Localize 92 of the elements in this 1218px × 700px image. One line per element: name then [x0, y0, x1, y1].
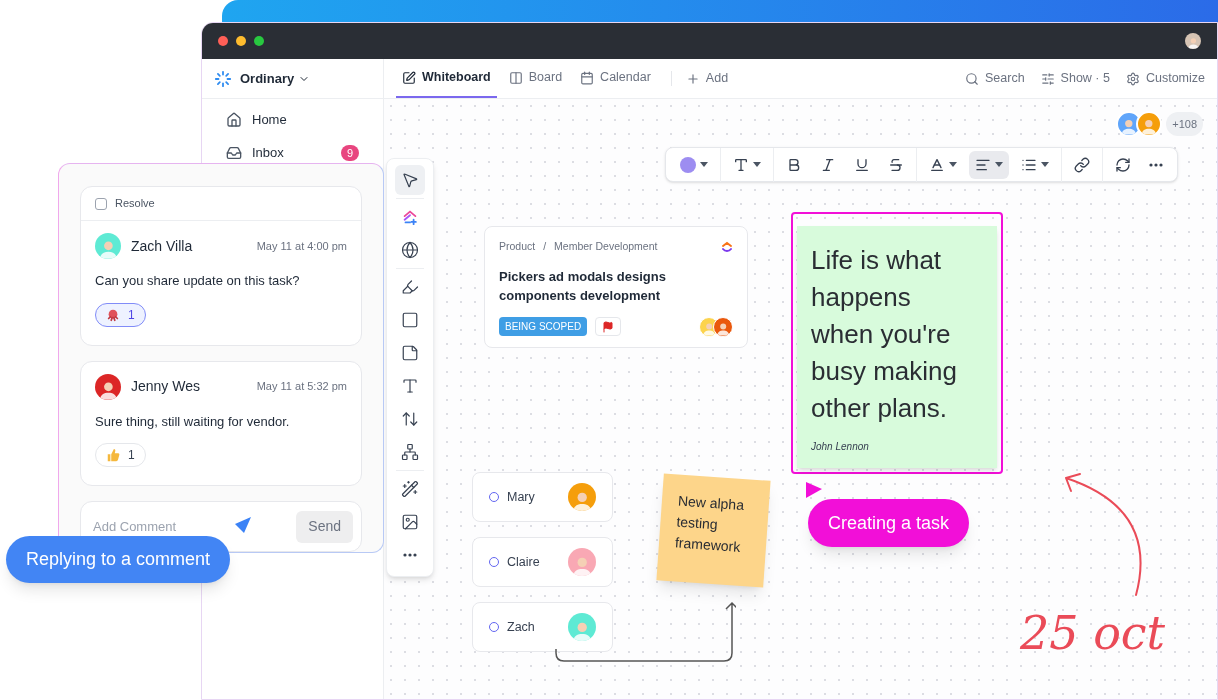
- more-icon: [403, 553, 417, 557]
- diagram-icon: [401, 443, 419, 461]
- reaction-chip[interactable]: 1: [95, 302, 146, 327]
- comment-text: Can you share update on this task?: [95, 272, 301, 290]
- sliders-icon: [1040, 71, 1055, 86]
- reaction-count: 1: [128, 306, 135, 324]
- view-tab[interactable]: Board: [502, 59, 569, 98]
- comment-time: May 11 at 5:32 pm: [256, 379, 347, 395]
- marker-icon: [401, 278, 419, 296]
- color-swatch-icon: [680, 156, 696, 173]
- header-action[interactable]: Search: [965, 69, 1025, 88]
- person-card[interactable]: Claire: [472, 537, 613, 587]
- cursor-icon: [234, 516, 252, 534]
- more-icon: [1149, 162, 1163, 167]
- font-color-icon: [929, 156, 945, 173]
- person-name: Zach: [507, 618, 535, 636]
- caret-icon: [700, 162, 708, 167]
- breadcrumb-item[interactable]: Member Development: [554, 239, 658, 255]
- home-icon: [226, 112, 242, 128]
- unread-count: 9: [340, 145, 359, 161]
- sticky-note[interactable]: New alpha testing framework: [656, 473, 771, 588]
- tool-button[interactable]: [395, 165, 425, 195]
- task-card[interactable]: Product / Member Development Pickers ad modals designs components development BEING SCOPED: [484, 226, 748, 348]
- workspace-switcher[interactable]: Ordinary: [240, 68, 311, 89]
- resolve-label: Resolve: [115, 196, 155, 212]
- app-logo-icon: [721, 240, 733, 253]
- comment-text: Sure thing, still waiting for vendor.: [95, 412, 291, 431]
- caret-icon: [1041, 162, 1049, 167]
- person-name: Claire: [507, 553, 540, 571]
- more-collaborators-count: +108: [1166, 112, 1203, 136]
- comment-author: Jenny Wes: [131, 377, 200, 396]
- link-icon: [1074, 156, 1090, 173]
- flag-icon: [602, 320, 615, 333]
- thumbs-up-icon: [106, 448, 120, 462]
- octopus-emoji-icon: [106, 307, 120, 322]
- plus-icon: [685, 71, 700, 86]
- sidebar-item[interactable]: Inbox 9: [218, 143, 367, 163]
- sparkle-logo-icon: [401, 208, 419, 226]
- header-action[interactable]: Show · 5: [1040, 69, 1110, 88]
- comment-time: May 11 at 4:00 pm: [256, 238, 347, 254]
- square-icon: [401, 311, 419, 329]
- header-action[interactable]: Customize: [1125, 69, 1205, 88]
- breadcrumb-separator: /: [543, 239, 547, 254]
- sidebar-label: Inbox: [252, 144, 284, 163]
- bold-icon: [786, 156, 802, 173]
- sticky-note-text: New alpha testing framework: [674, 491, 746, 557]
- breadcrumb-item[interactable]: Product: [499, 239, 536, 255]
- text-icon: [401, 377, 419, 395]
- handwritten-note: 25 oct: [1020, 605, 1166, 662]
- person-card[interactable]: Zach: [472, 602, 613, 652]
- caret-icon: [995, 162, 1003, 167]
- text-icon: [733, 156, 749, 173]
- italic-icon: [820, 156, 836, 173]
- sticky-note-icon: [401, 344, 419, 362]
- sidebar-item[interactable]: Home: [218, 110, 367, 130]
- person-card[interactable]: Mary: [472, 472, 613, 522]
- person-name: Mary: [507, 488, 535, 506]
- view-tab[interactable]: Calendar: [574, 59, 657, 98]
- underline-icon: [854, 156, 870, 173]
- resolve-checkbox[interactable]: [95, 197, 107, 210]
- avatar: [1185, 33, 1201, 49]
- add-view-button[interactable]: Add: [679, 59, 735, 98]
- arrows-icon: [401, 410, 419, 428]
- settings-icon: [1125, 71, 1140, 86]
- status-tag: BEING SCOPED: [499, 317, 588, 337]
- task-title: Pickers ad modals designs components development: [499, 267, 667, 305]
- refresh-icon: [1115, 156, 1131, 173]
- priority-flag[interactable]: [595, 317, 622, 337]
- caret-icon: [753, 162, 761, 167]
- callout-label: Replying to a comment: [6, 536, 231, 583]
- search-icon: [965, 71, 979, 86]
- comment-author: Zach Villa: [131, 236, 193, 256]
- reaction-chip[interactable]: 1: [95, 443, 146, 467]
- send-button[interactable]: Send: [296, 510, 353, 543]
- inbox-icon: [226, 145, 242, 161]
- board-icon: [508, 70, 523, 85]
- globe-icon: [401, 241, 419, 259]
- whiteboard-icon: [402, 70, 416, 85]
- quote-sticky-note[interactable]: Life is what happens when you're busy making other plans. John Lennon: [797, 226, 997, 468]
- pointer-icon: [401, 171, 419, 189]
- image-icon: [401, 513, 419, 531]
- quote-text: Life is what happens when you're busy making other plans.: [811, 244, 958, 425]
- magic-wand-icon: [401, 480, 419, 498]
- callout-label: Creating a task: [808, 499, 970, 547]
- calendar-icon: [580, 70, 595, 85]
- reaction-count: 1: [128, 447, 135, 464]
- align-left-button[interactable]: [969, 150, 1009, 179]
- quote-author: John Lennon: [811, 440, 870, 454]
- workspace-logo-icon: [214, 69, 232, 88]
- strikethrough-icon: [888, 156, 904, 173]
- caret-icon: [949, 162, 957, 167]
- sidebar-label: Home: [252, 111, 287, 130]
